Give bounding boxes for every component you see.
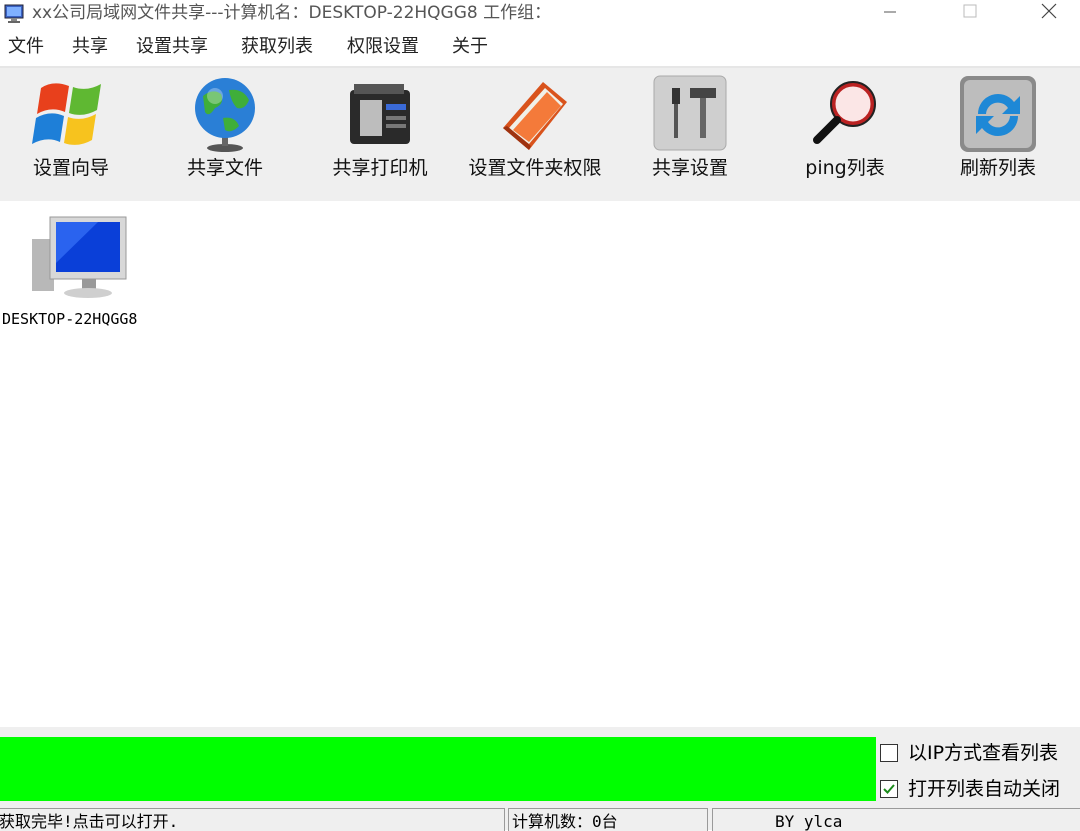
toolbar: 设置向导 共享文件 共享打印机 设置文件夹权限 共享设置 ping列表 刷新列表 [0,68,1080,201]
menu-set-share[interactable]: 设置共享 [136,36,208,58]
folder-book-icon [503,82,567,150]
maximize-button[interactable] [940,0,1000,26]
close-button[interactable] [1018,0,1078,26]
title-bar: xx公司局域网文件共享---计算机名：DESKTOP-22HQGG8 工作组： [0,0,1080,30]
status-bar: 获取完毕!点击可以打开. 计算机数：0台 BY ylca [0,805,1080,831]
ping-list-label: ping列表 [805,157,885,179]
folder-permissions-button[interactable]: 设置文件夹权限 [460,68,610,201]
checkbox-box[interactable] [880,744,898,762]
options-bar: 以IP方式查看列表 打开列表自动关闭 [0,727,1080,805]
computer-name: DESKTOP-22HQGG8 [2,310,138,328]
setup-wizard-label: 设置向导 [32,157,109,179]
share-settings-button[interactable]: 共享设置 [615,68,765,201]
tools-icon [653,75,727,151]
share-settings-label: 共享设置 [651,157,728,179]
progress-bar [0,737,876,801]
printer-icon [350,84,410,144]
view-by-ip-checkbox[interactable]: 以IP方式查看列表 [880,741,1080,767]
menu-permissions[interactable]: 权限设置 [347,36,419,58]
share-printer-button[interactable]: 共享打印机 [305,68,455,201]
menu-get-list[interactable]: 获取列表 [241,36,313,58]
menu-about[interactable]: 关于 [452,36,488,58]
minimize-icon [884,11,896,13]
menu-share[interactable]: 共享 [72,36,108,58]
maximize-icon [963,4,977,18]
computer-list-area: DESKTOP-22HQGG8 [0,201,1080,727]
ping-list-button[interactable]: ping列表 [770,68,920,201]
folder-permissions-label: 设置文件夹权限 [468,157,602,179]
status-message-panel: 获取完毕!点击可以打开. [0,808,505,831]
share-files-label: 共享文件 [186,157,263,179]
menu-bar: 文件 共享 设置共享 获取列表 权限设置 关于 [0,30,1080,68]
check-icon [883,784,895,794]
auto-close-label: 打开列表自动关闭 [908,778,1061,800]
close-icon [1041,3,1057,19]
status-message: 获取完毕!点击可以打开. [0,812,179,831]
share-files-button[interactable]: 共享文件 [150,68,300,201]
author-panel: BY ylca [712,808,1080,831]
refresh-list-button[interactable]: 刷新列表 [922,68,1074,201]
globe-icon [195,78,255,152]
windows-logo-icon [32,83,101,145]
magnifier-icon [813,81,876,144]
share-printer-label: 共享打印机 [332,157,428,179]
auto-close-checkbox[interactable]: 打开列表自动关闭 [880,777,1080,803]
app-icon [4,4,24,23]
author-credit: BY ylca [775,812,843,831]
minimize-button[interactable] [860,0,920,26]
computer-count-panel: 计算机数：0台 [508,808,708,831]
window-title: xx公司局域网文件共享---计算机名：DESKTOP-22HQGG8 工作组： [32,3,552,23]
view-by-ip-label: 以IP方式查看列表 [908,742,1059,764]
checkbox-box[interactable] [880,780,898,798]
setup-wizard-button[interactable]: 设置向导 [0,68,142,201]
refresh-list-label: 刷新列表 [959,157,1036,179]
menu-file[interactable]: 文件 [8,36,44,58]
computer-count: 计算机数：0台 [512,812,618,831]
refresh-icon [960,76,1036,152]
computer-monitor-icon [32,216,127,298]
